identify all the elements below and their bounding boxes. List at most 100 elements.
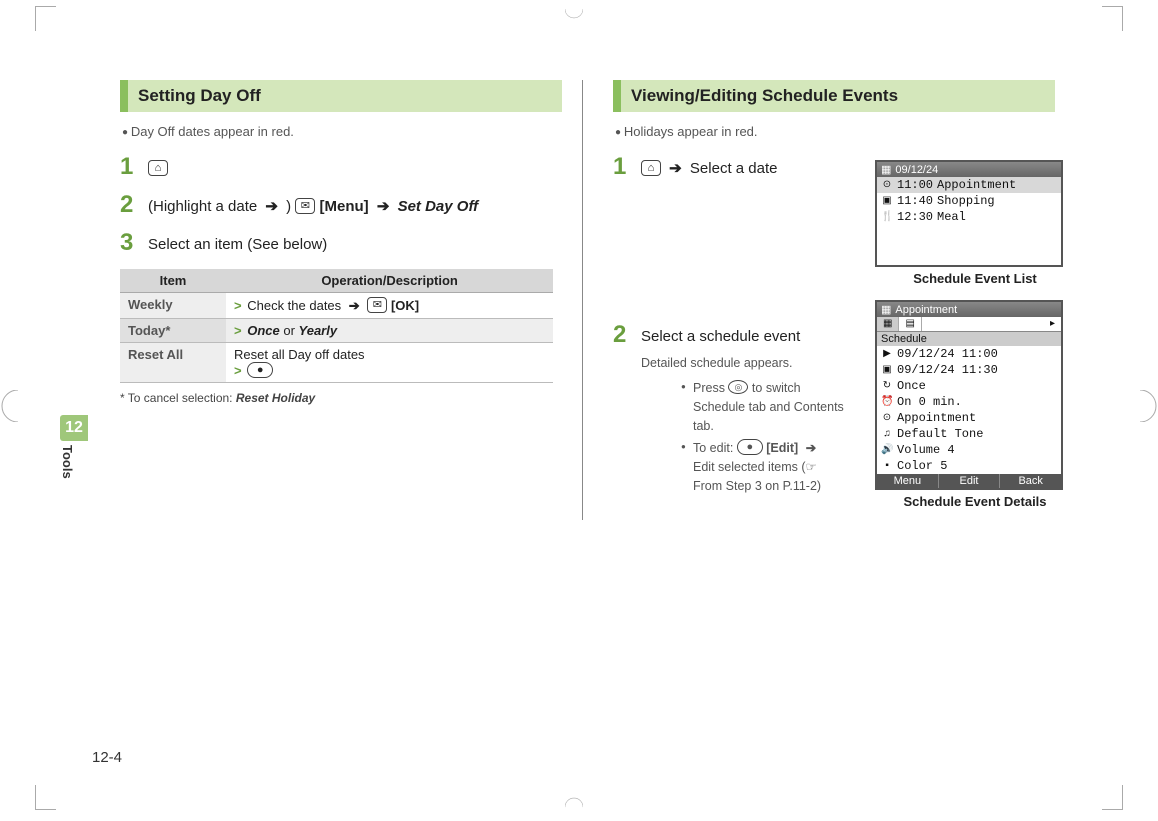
row-op: Check the dates <box>247 298 345 313</box>
crop-mark-bottom <box>565 786 583 818</box>
row-icon: ⏰ <box>881 396 893 408</box>
softkey-menu: Menu <box>877 474 939 488</box>
tab-schedule-icon: ▦ <box>877 317 899 331</box>
list-item: ▣ 11:40 Shopping <box>877 193 1061 209</box>
tab-arrow-icon: ▸ <box>922 317 1061 331</box>
page-content: 12 Tools Setting Day Off Day Off dates a… <box>90 80 1075 520</box>
event-icon: ▣ <box>881 195 893 207</box>
row-icon: ⊙ <box>881 412 893 424</box>
option-yearly: Yearly <box>299 323 338 338</box>
figure-caption: Schedule Event List <box>875 271 1075 286</box>
bullet-text: Press <box>693 381 728 395</box>
step-2-right: 2 Select a schedule event Detailed sched… <box>613 323 845 508</box>
ok-label: [OK] <box>391 298 419 313</box>
table-row: Reset All Reset all Day off dates > ● <box>120 343 553 383</box>
row-text: Volume 4 <box>897 443 955 457</box>
row-text: 09/12/24 11:00 <box>897 347 998 361</box>
row-text: Default Tone <box>897 427 983 441</box>
page-number: 12-4 <box>92 749 122 766</box>
step2-paren: ) <box>286 198 295 215</box>
row-icon: 🔊 <box>881 444 893 456</box>
step-number: 2 <box>613 323 641 347</box>
row-icon: ▶ <box>881 348 893 360</box>
step-number: 3 <box>120 231 148 255</box>
tab-contents-icon: ▤ <box>899 317 921 331</box>
step2-title: Select a schedule event <box>641 328 800 345</box>
row-icon: ▣ <box>881 364 893 376</box>
step-1-right: 1 ⌂ ➔ Select a date <box>613 155 845 181</box>
arrow-icon: ➔ <box>373 198 394 215</box>
section-heading-left: Setting Day Off <box>120 80 562 112</box>
row-icon: ↻ <box>881 380 893 392</box>
crop-mark <box>35 785 56 810</box>
chapter-number: 12 <box>60 415 88 441</box>
calendar-icon: ▦ <box>881 303 891 316</box>
detail-row: ♫Default Tone <box>877 426 1061 442</box>
sub-bullet: To edit: ● [Edit] ➔ Edit selected items … <box>681 439 845 495</box>
row-item: Reset All <box>120 343 226 383</box>
chapter-tab: 12 Tools <box>60 415 88 479</box>
detail-row: ⊙ Appointment <box>877 410 1061 426</box>
step-number: 2 <box>120 193 148 217</box>
step-number: 1 <box>613 155 641 179</box>
step-3-left: 3 Select an item (See below) <box>120 231 562 257</box>
option-once: Once <box>247 323 280 338</box>
event-text: Shopping <box>937 194 995 208</box>
chevron-icon: > <box>234 323 244 338</box>
table-head-op: Operation/Description <box>226 269 553 293</box>
step-number: 1 <box>120 155 148 179</box>
intro-note-right: Holidays appear in red. <box>615 124 1055 139</box>
intro-note-left: Day Off dates appear in red. <box>122 124 562 139</box>
phone-subheading: Schedule <box>877 332 1061 346</box>
operation-table: Item Operation/Description Weekly > Chec… <box>120 269 553 383</box>
table-row: Weekly > Check the dates ➔ ✉ [OK] <box>120 293 553 319</box>
event-text: Meal <box>937 210 966 224</box>
detail-row: ▣09/12/24 11:30 <box>877 362 1061 378</box>
mail-key-icon: ✉ <box>295 198 315 214</box>
list-item: ⊙ 11:00 Appointment <box>877 177 1061 193</box>
phone-key-icon: ⌂ <box>641 160 661 176</box>
center-key-icon: ● <box>247 362 273 378</box>
right-column: Viewing/Editing Schedule Events Holidays… <box>583 80 1075 520</box>
chevron-icon: > <box>234 298 244 313</box>
footnote-bold: Reset Holiday <box>236 391 315 405</box>
phone-key-icon: ⌂ <box>148 160 168 176</box>
crop-mark <box>1102 6 1123 31</box>
detail-row: ⏰ On 0 min. <box>877 394 1061 410</box>
option-or: or <box>283 323 298 338</box>
left-column: 12 Tools Setting Day Off Day Off dates a… <box>90 80 583 520</box>
footnote: * To cancel selection: Reset Holiday <box>120 391 562 405</box>
crop-mark-side <box>0 390 18 422</box>
sub-bullet: Press ◎ to switch Schedule tab and Conte… <box>681 379 845 435</box>
step3-text: Select an item (See below) <box>148 231 562 257</box>
row-text: On 0 min. <box>897 395 962 409</box>
bullet-text: To edit: <box>693 441 737 455</box>
section-heading-right: Viewing/Editing Schedule Events <box>613 80 1055 112</box>
figure-caption: Schedule Event Details <box>875 494 1075 509</box>
edit-label: [Edit] <box>766 441 798 455</box>
phone-screenshot-details: ▦ Appointment ▦ ▤ ▸ Schedule ▶ 09/12/24 1… <box>875 300 1063 490</box>
phone-title: 09/12/24 <box>895 164 938 176</box>
softkey-back: Back <box>1000 474 1061 488</box>
row-text: Appointment <box>897 411 976 425</box>
event-time: 11:00 <box>897 178 933 192</box>
arrow-icon: ➔ <box>261 198 282 215</box>
phone-screenshot-list: ▦ 09/12/24 ⊙ 11:00 Appointment ▣ 11:40 S… <box>875 160 1063 267</box>
event-text: Appointment <box>937 178 1016 192</box>
detail-row: 🔊 Volume 4 <box>877 442 1061 458</box>
arrow-icon: ➔ <box>345 298 364 313</box>
calendar-icon: ▦ <box>881 163 891 176</box>
crop-mark-top <box>565 0 583 30</box>
detail-row: ▶ 09/12/24 11:00 <box>877 346 1061 362</box>
event-icon: 🍴 <box>881 211 893 223</box>
row-icon: ▪ <box>881 461 893 472</box>
chapter-label: Tools <box>60 445 75 479</box>
step-2-left: 2 (Highlight a date ➔ ) ✉ [Menu] ➔ Set D… <box>120 193 562 219</box>
detail-row: ↻ Once <box>877 378 1061 394</box>
row-text: Once <box>897 379 926 393</box>
footnote-text: * To cancel selection: <box>120 391 236 405</box>
menu-label: [Menu] <box>320 198 369 215</box>
table-row: Today* > Once or Yearly <box>120 319 553 343</box>
detail-row: ▪Color 5 <box>877 458 1061 474</box>
mail-key-icon: ✉ <box>367 297 387 313</box>
